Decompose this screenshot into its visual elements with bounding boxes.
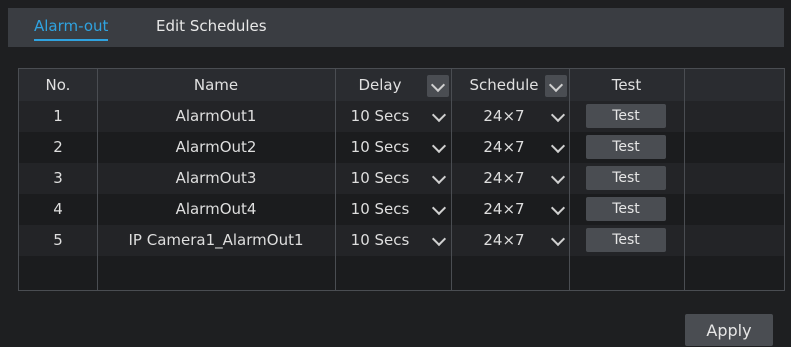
chevron-down-icon[interactable] [550,169,566,185]
delay-select[interactable]: 10 Secs [335,163,425,194]
tab-alarm-out[interactable]: Alarm-out [34,17,109,41]
column-divider [451,69,452,290]
test-button[interactable]: Test [586,104,666,128]
chevron-down-icon[interactable] [431,200,447,216]
table-row: 2 AlarmOut2 10 Secs 24×7 Test [19,132,784,163]
table-row: 3 AlarmOut3 10 Secs 24×7 Test [19,163,784,194]
table-header: No. Name Delay Schedule Test [19,69,784,102]
test-button[interactable]: Test [586,228,666,252]
schedule-select[interactable]: 24×7 [459,194,549,225]
chevron-down-icon[interactable] [550,231,566,247]
schedule-header-dropdown[interactable] [545,75,567,97]
chevron-down-icon[interactable] [550,138,566,154]
test-button[interactable]: Test [586,135,666,159]
schedule-select[interactable]: 24×7 [459,132,549,163]
row-no: 3 [53,169,63,187]
row-no: 1 [53,107,63,125]
tab-edit-schedules[interactable]: Edit Schedules [156,17,267,35]
chevron-down-icon[interactable] [550,107,566,123]
column-divider [569,69,570,290]
test-button[interactable]: Test [586,197,666,221]
header-schedule: Schedule [469,76,539,94]
row-name: IP Camera1_AlarmOut1 [128,231,304,249]
row-name: AlarmOut1 [175,107,257,125]
row-no: 5 [53,231,63,249]
column-divider [97,69,98,290]
test-button[interactable]: Test [586,166,666,190]
schedule-select[interactable]: 24×7 [459,101,549,132]
row-no: 4 [53,200,63,218]
column-divider [684,69,685,290]
header-delay: Delay [358,76,402,94]
row-name: AlarmOut3 [175,169,257,187]
chevron-down-icon [548,77,564,93]
delay-select[interactable]: 10 Secs [335,101,425,132]
column-divider [335,69,336,290]
delay-header-dropdown[interactable] [427,75,449,97]
schedule-select[interactable]: 24×7 [459,163,549,194]
delay-select[interactable]: 10 Secs [335,194,425,225]
chevron-down-icon[interactable] [431,231,447,247]
table-row-empty [19,256,784,287]
chevron-down-icon[interactable] [431,169,447,185]
header-no: No. [45,76,71,94]
schedule-select[interactable]: 24×7 [459,225,549,256]
alarm-out-table: No. Name Delay Schedule Test 1 AlarmOut1… [18,68,785,291]
row-no: 2 [53,138,63,156]
apply-button[interactable]: Apply [685,314,773,346]
table-row: 1 AlarmOut1 10 Secs 24×7 Test [19,101,784,132]
tab-bar: Alarm-out Edit Schedules [8,8,784,47]
chevron-down-icon[interactable] [431,107,447,123]
header-name: Name [193,76,239,94]
table-row: 5 IP Camera1_AlarmOut1 10 Secs 24×7 Test [19,225,784,256]
table-row: 4 AlarmOut4 10 Secs 24×7 Test [19,194,784,225]
header-test: Test [611,76,642,94]
row-name: AlarmOut2 [175,138,257,156]
delay-select[interactable]: 10 Secs [335,132,425,163]
chevron-down-icon[interactable] [550,200,566,216]
row-name: AlarmOut4 [175,200,257,218]
chevron-down-icon[interactable] [431,138,447,154]
chevron-down-icon [430,77,446,93]
alarm-out-panel: Alarm-out Edit Schedules No. Name Delay … [8,8,785,347]
delay-select[interactable]: 10 Secs [335,225,425,256]
